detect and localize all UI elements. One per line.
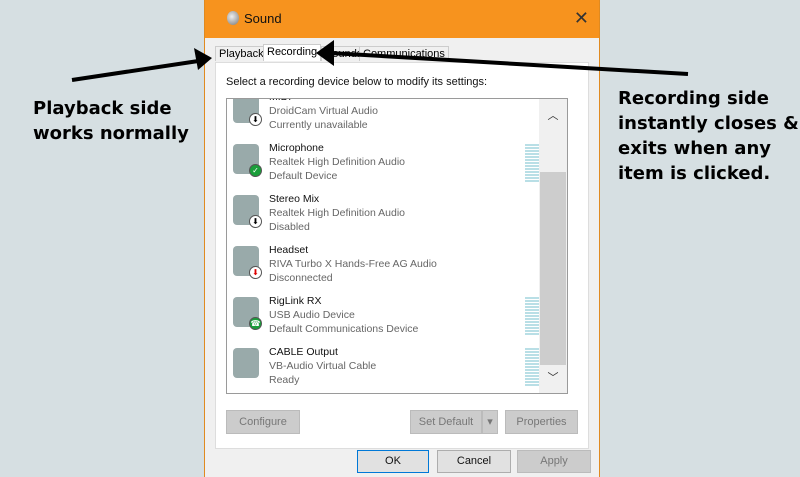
annotation-arrows <box>71 40 689 82</box>
arrow-to-recording <box>329 51 689 76</box>
arrow-to-playback <box>71 58 206 82</box>
arrow-head-recording <box>316 40 334 66</box>
arrow-head-playback <box>194 48 212 70</box>
